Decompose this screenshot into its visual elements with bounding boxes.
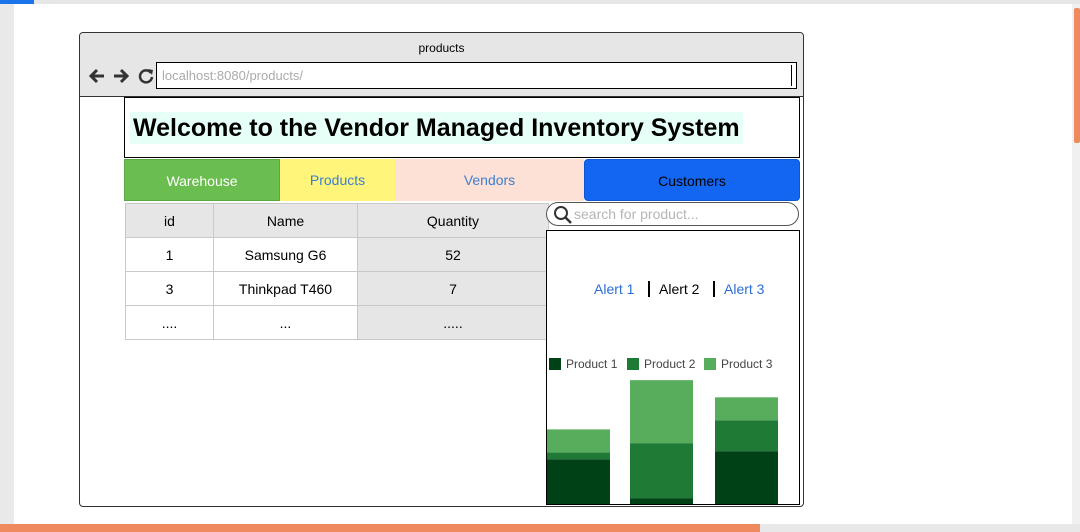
search-icon (554, 206, 572, 224)
address-bar-divider (791, 65, 792, 86)
address-bar[interactable]: localhost:8080/products/ (156, 62, 797, 89)
column-header-name[interactable]: Name (213, 203, 358, 238)
horizontal-scrollbar-thumb[interactable] (0, 524, 760, 532)
cell-name: ... (213, 305, 358, 340)
search-input[interactable] (574, 205, 789, 223)
table-header-row: id Name Quantity (125, 203, 549, 238)
legend-swatch-product-2 (627, 358, 639, 370)
alert-3-link[interactable]: Alert 3 (724, 279, 764, 299)
legend-label: Product 3 (721, 357, 773, 371)
welcome-banner: Welcome to the Vendor Managed Inventory … (124, 97, 800, 158)
alerts-chart-panel: Alert 1 Alert 2 Alert 3 Product 1 Produc… (546, 230, 800, 505)
table-row[interactable]: 1 Samsung G6 52 (125, 237, 549, 272)
legend-swatch-product-1 (549, 358, 561, 370)
cell-name: Thinkpad T460 (213, 271, 358, 306)
address-bar-url: localhost:8080/products/ (162, 68, 303, 83)
page-title: Welcome to the Vendor Managed Inventory … (130, 112, 743, 144)
bar-segment-product-3 (715, 397, 778, 421)
forward-arrow-icon[interactable] (112, 67, 130, 85)
legend-swatch-product-3 (704, 358, 716, 370)
chart-legend: Product 1 Product 2 Product 3 (547, 356, 799, 372)
bar-segment-product-2 (630, 443, 693, 499)
alerts-bar: Alert 1 Alert 2 Alert 3 (547, 279, 799, 299)
cell-id: 3 (125, 271, 214, 306)
bar-segment-product-3 (547, 429, 610, 453)
alert-separator (713, 281, 715, 297)
cell-quantity: ..... (357, 305, 549, 340)
column-header-quantity[interactable]: Quantity (357, 203, 549, 238)
cell-id: 1 (125, 237, 214, 272)
bar-segment-product-1 (630, 498, 693, 504)
alert-2-link[interactable]: Alert 2 (659, 279, 699, 299)
bar-segment-product-3 (630, 380, 693, 444)
cell-quantity: 52 (357, 237, 549, 272)
bar-segment-product-1 (715, 451, 778, 504)
vertical-scrollbar-thumb[interactable] (1074, 8, 1080, 143)
bar-segment-product-1 (547, 459, 610, 504)
back-arrow-icon[interactable] (88, 67, 106, 85)
alert-1-link[interactable]: Alert 1 (594, 279, 634, 299)
tab-warehouse[interactable]: Warehouse (124, 159, 280, 201)
browser-window: products localhost:8080/products/ Welcom… (79, 32, 804, 507)
column-header-id[interactable]: id (125, 203, 214, 238)
cell-name: Samsung G6 (213, 237, 358, 272)
top-bar (0, 0, 1080, 4)
table-row[interactable]: .... ... ..... (125, 305, 549, 340)
products-table: id Name Quantity 1 Samsung G6 52 3 Think… (125, 203, 549, 340)
bar-segment-product-2 (547, 452, 610, 460)
cell-quantity: 7 (357, 271, 549, 306)
legend-label: Product 1 (566, 357, 618, 371)
left-sidebar (0, 4, 14, 524)
tab-products[interactable]: Products (280, 159, 395, 201)
table-row[interactable]: 3 Thinkpad T460 7 (125, 271, 549, 306)
tab-title: products (418, 41, 465, 55)
browser-header: products localhost:8080/products/ (80, 33, 803, 97)
alert-separator (648, 281, 650, 297)
legend-label: Product 2 (644, 357, 696, 371)
tab-vendors[interactable]: Vendors (395, 159, 584, 201)
tab-customers[interactable]: Customers (584, 159, 800, 201)
bar-segment-product-2 (715, 420, 778, 452)
cell-id: .... (125, 305, 214, 340)
reload-icon[interactable] (137, 67, 155, 85)
stacked-bar-chart (547, 380, 778, 504)
search-box[interactable] (546, 202, 799, 226)
